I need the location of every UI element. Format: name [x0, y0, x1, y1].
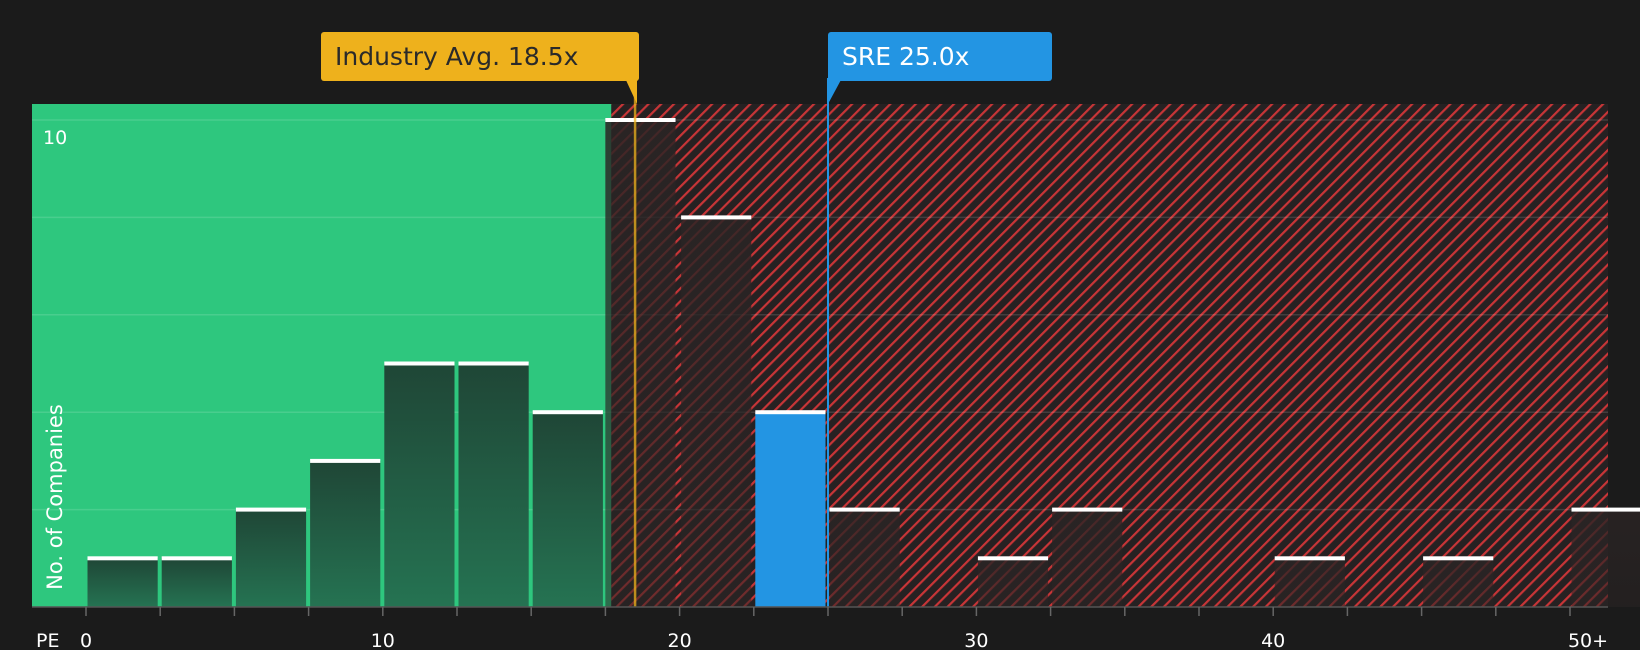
histogram-bar [87, 558, 158, 607]
histogram-bar [384, 363, 455, 607]
y-tick-label: 10 [43, 127, 67, 149]
histogram-bar [1052, 509, 1123, 607]
industry-average-callout: Industry Avg. 18.5x [321, 32, 639, 81]
histogram-bar [161, 558, 232, 607]
bar-top-marker [87, 556, 158, 561]
y-axis-label: No. of Companies [43, 404, 67, 590]
bar-top-marker [681, 215, 752, 220]
bar-top-marker [1052, 507, 1123, 512]
histogram-bar [829, 509, 900, 607]
x-axis-label: PE [36, 630, 59, 650]
histogram-bar [532, 412, 603, 607]
bar-top-marker [235, 507, 307, 512]
industry-callout-pointer [625, 78, 637, 104]
histogram-bar [1274, 558, 1345, 607]
x-tick-label: 0 [80, 630, 92, 650]
bar-top-marker [1274, 556, 1345, 561]
bar-top-marker [161, 556, 232, 561]
x-tick-label: 50+ [1568, 630, 1608, 650]
histogram-bar [755, 412, 826, 607]
bar-top-marker [384, 361, 455, 366]
histogram-bar [458, 363, 529, 607]
bar-top-marker [755, 410, 826, 415]
x-tick-label: 40 [1261, 630, 1285, 650]
bar-top-marker [605, 118, 676, 122]
company-callout-pointer [828, 78, 842, 104]
histogram-bar [977, 558, 1049, 607]
x-tick-label: 30 [964, 630, 988, 650]
bar-top-marker [977, 556, 1049, 561]
company-pe-callout: SRE 25.0x [828, 32, 1052, 81]
pe-histogram-chart: 0 10 20 30 40 50+ PE 10 No. of Companies [32, 78, 1640, 650]
histogram-bar [681, 217, 752, 607]
histogram-bar [235, 509, 307, 607]
x-tick-label: 20 [668, 630, 692, 650]
bar-top-marker [829, 507, 900, 512]
histogram-bar [1571, 509, 1640, 607]
bar-top-marker [1571, 507, 1640, 512]
histogram-bar [605, 120, 676, 607]
bar-top-marker [310, 458, 381, 463]
x-tick-label: 10 [371, 630, 395, 650]
histogram-bar [310, 460, 381, 607]
histogram-bar [1423, 558, 1494, 607]
bar-top-marker [1423, 556, 1494, 561]
bar-top-marker [532, 410, 603, 415]
bar-top-marker [458, 361, 529, 366]
